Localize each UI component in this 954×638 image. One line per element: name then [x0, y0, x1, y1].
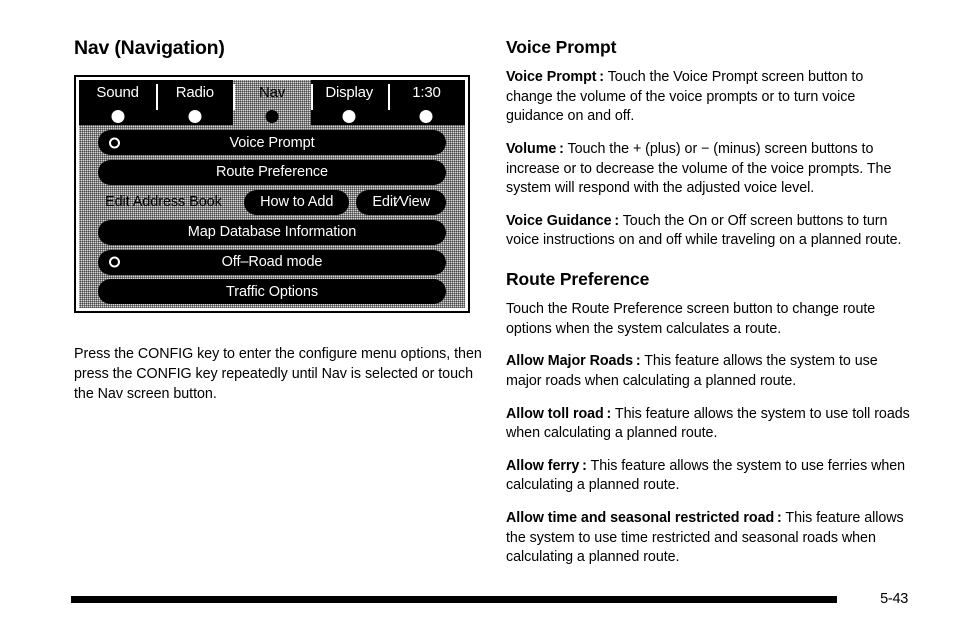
voice-prompt-button-label: Voice Prompt: [229, 134, 315, 151]
traffic-options-button[interactable]: Traffic Options: [98, 279, 446, 305]
tab-radio[interactable]: Radio: [156, 80, 233, 125]
page-number: 5-43: [880, 591, 908, 607]
route-preference-button-label: Route Preference: [215, 164, 329, 181]
tab-clock-indicator-icon: [419, 110, 433, 124]
tab-radio-indicator-icon: [188, 110, 202, 124]
tab-display-indicator-icon: [342, 110, 356, 124]
route-preference-intro: Touch the Route Preference screen button…: [506, 301, 876, 337]
tab-sound-indicator-icon: [111, 110, 125, 124]
radio-circle-icon: [109, 256, 120, 268]
edit-view-button-label: Edit∕View: [372, 194, 430, 211]
tab-sound-label: Sound: [96, 84, 139, 102]
manual-page: Nav (Navigation) Sound Radio Nav Display…: [0, 0, 954, 638]
voice-prompt-button[interactable]: Voice Prompt: [98, 130, 446, 156]
voice-guidance-term: Voice Guidance :: [506, 212, 620, 229]
page-title: Nav (Navigation): [74, 37, 225, 59]
edit-address-book-row: Edit Address Book How to Add Edit∕View: [98, 190, 446, 216]
allow-major-roads-term: Allow Major Roads :: [506, 353, 641, 370]
radio-circle-icon: [109, 137, 120, 149]
tab-nav-indicator-icon: [265, 110, 279, 124]
clock-label: 1:30: [412, 84, 441, 102]
map-database-information-button-label: Map Database Information: [187, 224, 357, 241]
route-preference-button[interactable]: Route Preference: [98, 160, 446, 186]
nav-screen-surface: Sound Radio Nav Display 1:30 Voice Promp…: [79, 80, 465, 309]
how-to-add-button[interactable]: How to Add: [244, 190, 350, 216]
tab-sound[interactable]: Sound: [79, 80, 156, 125]
route-preference-heading: Route Preference: [506, 269, 650, 289]
voice-prompt-heading: Voice Prompt: [506, 37, 617, 57]
tab-nav[interactable]: Nav: [233, 80, 311, 126]
volume-paragraph: Volume : Touch the + (plus) or − (minus)…: [506, 140, 910, 199]
figure-caption: Press the CONFIG key to enter the config…: [74, 345, 484, 404]
tab-clock[interactable]: 1:30: [387, 80, 465, 125]
left-column: Nav (Navigation) Sound Radio Nav Display…: [74, 37, 484, 404]
edit-address-book-label: Edit Address Book: [105, 194, 222, 211]
map-database-information-button[interactable]: Map Database Information: [98, 219, 446, 245]
volume-definition: Touch the + (plus) or − (minus) screen b…: [506, 141, 892, 197]
tab-display-label: Display: [325, 84, 374, 102]
voice-guidance-paragraph: Voice Guidance : Touch the On or Off scr…: [506, 212, 910, 251]
voice-prompt-paragraph: Voice Prompt : Touch the Voice Prompt sc…: [506, 68, 910, 127]
menu-row: Map Database Information: [98, 219, 446, 245]
allow-time-seasonal-term: Allow time and seasonal restricted road …: [506, 510, 782, 526]
allow-ferry-paragraph: Allow ferry : This feature allows the sy…: [506, 457, 910, 496]
allow-toll-road-term: Allow toll road :: [506, 405, 612, 422]
tab-nav-label: Nav: [258, 84, 286, 102]
right-column: Voice Prompt Voice Prompt : Touch the Vo…: [506, 37, 910, 568]
how-to-add-button-label: How to Add: [260, 194, 334, 211]
tab-display[interactable]: Display: [310, 80, 388, 125]
footer-divider: [71, 596, 837, 603]
volume-term: Volume :: [506, 141, 564, 158]
allow-time-seasonal-paragraph: Allow time and seasonal restricted road …: [506, 509, 910, 568]
caption-text: Press the CONFIG key to enter the config…: [74, 346, 482, 402]
menu-row: Traffic Options: [98, 279, 446, 305]
allow-ferry-term: Allow ferry :: [506, 457, 587, 474]
voice-prompt-term: Voice Prompt :: [506, 69, 605, 86]
allow-toll-road-paragraph: Allow toll road : This feature allows th…: [506, 405, 910, 444]
off-road-mode-button[interactable]: Off–Road mode: [98, 249, 446, 275]
off-road-mode-button-label: Off–Road mode: [221, 253, 323, 270]
menu-row: Voice Prompt: [98, 130, 446, 156]
menu-row: Route Preference: [98, 160, 446, 186]
allow-major-roads-paragraph: Allow Major Roads : This feature allows …: [506, 352, 910, 391]
nav-screen-illustration: Sound Radio Nav Display 1:30 Voice Promp…: [74, 75, 470, 314]
menu-row: Off–Road mode: [98, 249, 446, 275]
page-footer: 5-43: [0, 592, 954, 612]
nav-tab-bar: Sound Radio Nav Display 1:30: [79, 80, 465, 126]
menu-row: Edit Address Book How to Add Edit∕View: [98, 190, 446, 216]
edit-view-button[interactable]: Edit∕View: [356, 190, 446, 216]
tab-radio-label: Radio: [175, 84, 214, 102]
traffic-options-button-label: Traffic Options: [226, 283, 318, 300]
nav-menu-list: Voice Prompt Route Preference Edit Addre…: [79, 125, 465, 308]
